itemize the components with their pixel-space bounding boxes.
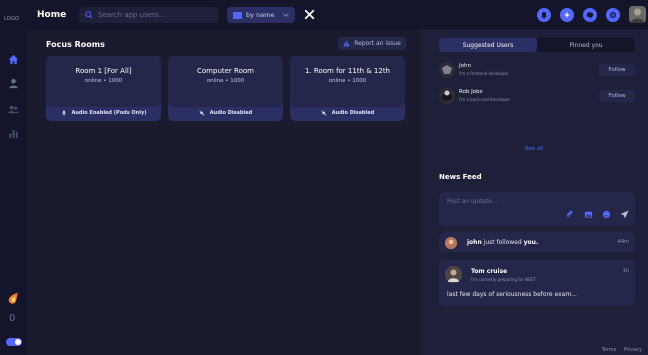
room-name: Room 1 [For All] — [75, 67, 132, 75]
report-issue-label: Report an issue — [354, 40, 401, 47]
sparkle-icon[interactable] — [560, 8, 574, 22]
notification-bell-icon[interactable] — [537, 8, 551, 22]
audio-disabled-icon — [321, 110, 327, 116]
attachment-icon[interactable] — [565, 210, 574, 219]
post-card[interactable]: Tom cruise I'm currently preparing for N… — [439, 260, 635, 306]
room-audio-status: Audio Enabled (Pods Only) — [46, 110, 161, 116]
activity-actor[interactable]: john — [467, 239, 482, 246]
suggested-user-row: Rob Jobs I'm a back-end developer Follow — [439, 86, 635, 106]
user-avatar[interactable] — [629, 6, 646, 23]
post-author[interactable]: Tom cruise — [471, 268, 507, 275]
chevron-down-icon — [283, 13, 289, 17]
room-audio-label: Audio Enabled (Pods Only) — [71, 110, 147, 116]
post-avatar[interactable] — [445, 266, 462, 283]
audio-disabled-icon — [199, 110, 205, 116]
terms-link[interactable]: Terms — [602, 347, 617, 353]
warning-icon — [343, 40, 350, 47]
follow-button[interactable]: Follow — [599, 64, 635, 76]
room-audio-status: Audio Disabled — [168, 110, 283, 116]
search-input[interactable] — [98, 11, 208, 19]
post-body: last few days of seriousness before exam… — [447, 291, 577, 298]
activity-card[interactable]: john just followed you. 44m — [439, 232, 635, 252]
streak-flame-icon — [8, 292, 19, 304]
user-name[interactable]: Rob Jobs — [459, 89, 483, 95]
tab-suggested-users[interactable]: Suggested Users — [439, 38, 537, 52]
activity-action: just followed — [483, 239, 522, 246]
post-input[interactable] — [447, 198, 597, 205]
left-rail: LOGO 0 — [0, 0, 27, 355]
logo: LOGO — [4, 16, 20, 22]
follow-button[interactable]: Follow — [599, 90, 635, 102]
stats-icon[interactable] — [6, 126, 21, 141]
search-box[interactable] — [79, 7, 219, 23]
room-name: 1. Room for 11th & 12th — [305, 67, 390, 75]
profile-icon[interactable] — [6, 76, 21, 91]
room-status: online • 1000 — [84, 78, 123, 84]
user-name[interactable]: John — [459, 63, 471, 69]
search-icon — [85, 11, 93, 19]
privacy-link[interactable]: Privacy — [624, 347, 642, 353]
close-icon[interactable] — [302, 7, 317, 22]
send-icon[interactable] — [620, 210, 629, 219]
room-audio-status: Audio Disabled — [290, 110, 405, 116]
post-composer — [439, 192, 635, 226]
room-audio-label: Audio Disabled — [331, 110, 375, 116]
room-name: Computer Room — [197, 67, 254, 75]
top-bar: Home by name — [27, 0, 648, 30]
microphone-icon — [61, 110, 66, 116]
news-feed-title: News Feed — [439, 173, 482, 181]
chat-icon[interactable] — [583, 8, 597, 22]
activity-avatar — [445, 237, 457, 249]
footer-links: Terms Privacy — [596, 347, 642, 353]
theme-toggle[interactable] — [6, 338, 22, 346]
emoji-icon[interactable] — [602, 210, 611, 219]
users-icon[interactable] — [6, 102, 21, 117]
user-tabs: Suggested Users Pinned you — [439, 38, 635, 52]
post-author-bio: I'm currently preparing for NEET — [471, 277, 536, 282]
post-time: 1h — [622, 268, 629, 274]
see-all-link[interactable]: See all — [420, 146, 648, 152]
room-card[interactable]: Computer Room online • 1000 Audio Disabl… — [168, 56, 283, 121]
suggested-user-row: John I'm a frontend developer Follow — [439, 60, 635, 80]
image-icon[interactable] — [584, 210, 593, 219]
sort-select[interactable]: by name — [227, 7, 295, 23]
settings-icon[interactable] — [606, 8, 620, 22]
room-audio-label: Audio Disabled — [209, 110, 253, 116]
report-issue-button[interactable]: Report an issue — [338, 37, 406, 50]
user-avatar[interactable] — [439, 88, 455, 104]
page-title: Home — [37, 10, 67, 20]
activity-time: 44m — [617, 239, 629, 245]
room-card[interactable]: Room 1 [For All] online • 1000 Audio Ena… — [46, 56, 161, 121]
user-bio: I'm a back-end developer — [459, 97, 510, 102]
room-status: online • 1000 — [328, 78, 367, 84]
streak-count: 0 — [9, 313, 16, 324]
sort-label: by name — [246, 11, 275, 19]
user-bio: I'm a frontend developer — [459, 71, 509, 76]
home-icon[interactable] — [6, 52, 21, 67]
room-status: online • 1000 — [206, 78, 245, 84]
activity-target: you. — [523, 239, 539, 246]
tab-pinned-you[interactable]: Pinned you — [537, 38, 635, 52]
activity-text: john just followed you. — [467, 239, 538, 246]
sort-icon — [233, 11, 242, 19]
room-card[interactable]: 1. Room for 11th & 12th online • 1000 Au… — [290, 56, 405, 121]
user-avatar[interactable] — [439, 62, 455, 78]
right-panel: Suggested Users Pinned you John I'm a fr… — [420, 30, 648, 355]
focus-rooms-title: Focus Rooms — [46, 40, 105, 49]
